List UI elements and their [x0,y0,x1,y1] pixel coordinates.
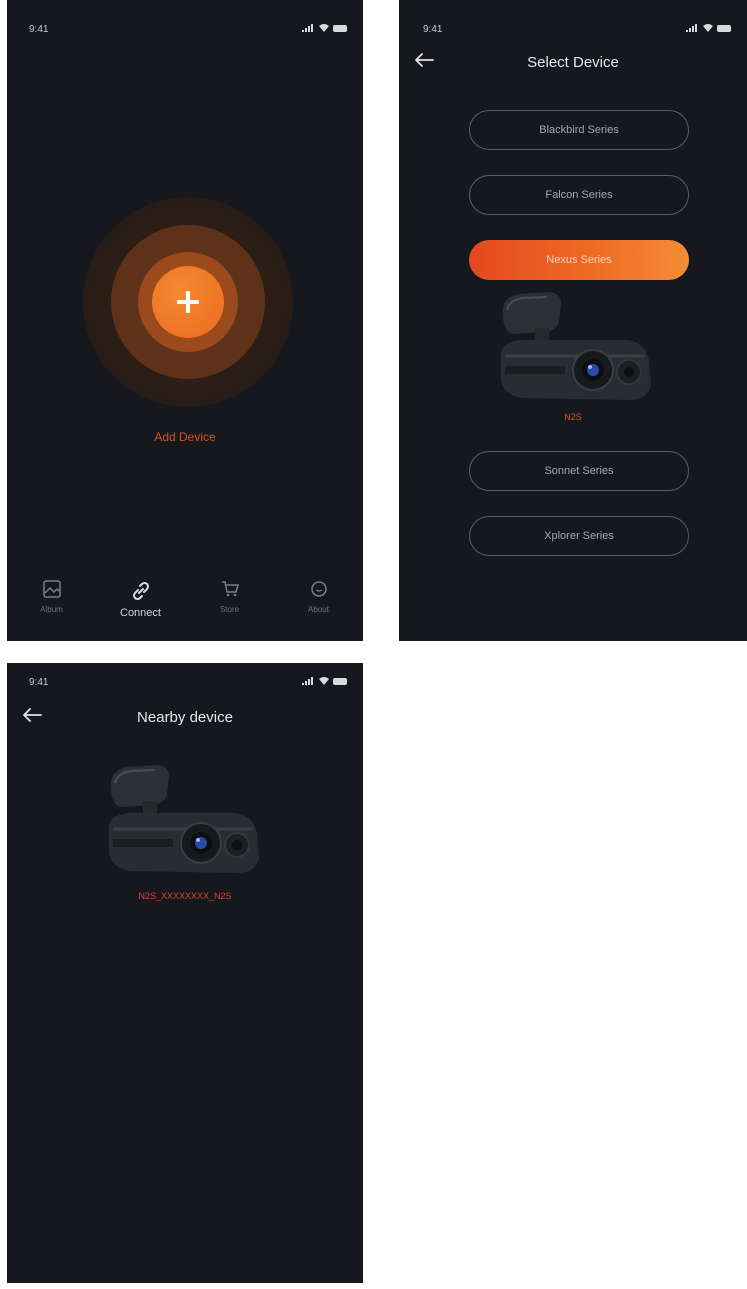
home-screen: 9:41 Add Device Album Connect Store Abou… [7,0,363,641]
tab-album-label: Album [40,605,63,614]
series-option-nexus[interactable]: Nexus Series [469,240,689,280]
model-label: N2S [564,412,582,422]
add-device-button[interactable] [152,266,224,338]
dashcam-image [501,292,651,400]
tab-store-label: Store [219,605,240,614]
page-title: Nearby device [137,709,233,726]
series-option-sonnet[interactable]: Sonnet Series [469,451,689,491]
plus-icon [177,291,199,313]
status-icons [302,24,347,32]
signal-icon [302,24,315,32]
bottom-tab-bar: Album Connect Store About [7,569,363,641]
status-time: 9:41 [423,24,443,35]
status-time: 9:41 [29,677,49,688]
cart-icon [221,581,239,597]
tab-about-label: About [308,605,329,614]
tab-about[interactable]: About [274,569,363,641]
tab-connect-label: Connect [120,607,161,619]
battery-icon [717,24,731,32]
battery-icon [333,677,347,685]
signal-icon [686,24,699,32]
wifi-icon [319,24,329,32]
status-time: 9:41 [29,24,49,35]
series-option-blackbird[interactable]: Blackbird Series [469,110,689,150]
status-icons [686,24,731,32]
tab-album[interactable]: Album [7,569,96,641]
album-icon [42,580,61,598]
add-device-label: Add Device [154,430,216,444]
select-device-screen: 9:41 Select Device Blackbird Series Falc… [399,0,747,641]
page-title: Select Device [527,54,619,71]
series-option-falcon[interactable]: Falcon Series [469,175,689,215]
wifi-icon [319,677,329,685]
link-icon [132,581,149,601]
nearby-device-name[interactable]: N2S_XXXXXXXX_N2S [7,891,363,901]
chat-icon [310,581,327,597]
nearby-device-image[interactable] [103,763,271,881]
wifi-icon [703,24,713,32]
tab-store[interactable]: Store [185,569,274,641]
signal-icon [302,677,315,685]
nearby-device-screen: 9:41 Nearby device N2S_XXXXXXXX_N2S [7,663,363,1283]
status-icons [302,677,347,685]
series-option-xplorer[interactable]: Xplorer Series [469,516,689,556]
battery-icon [333,24,347,32]
tab-connect[interactable]: Connect [96,569,185,641]
